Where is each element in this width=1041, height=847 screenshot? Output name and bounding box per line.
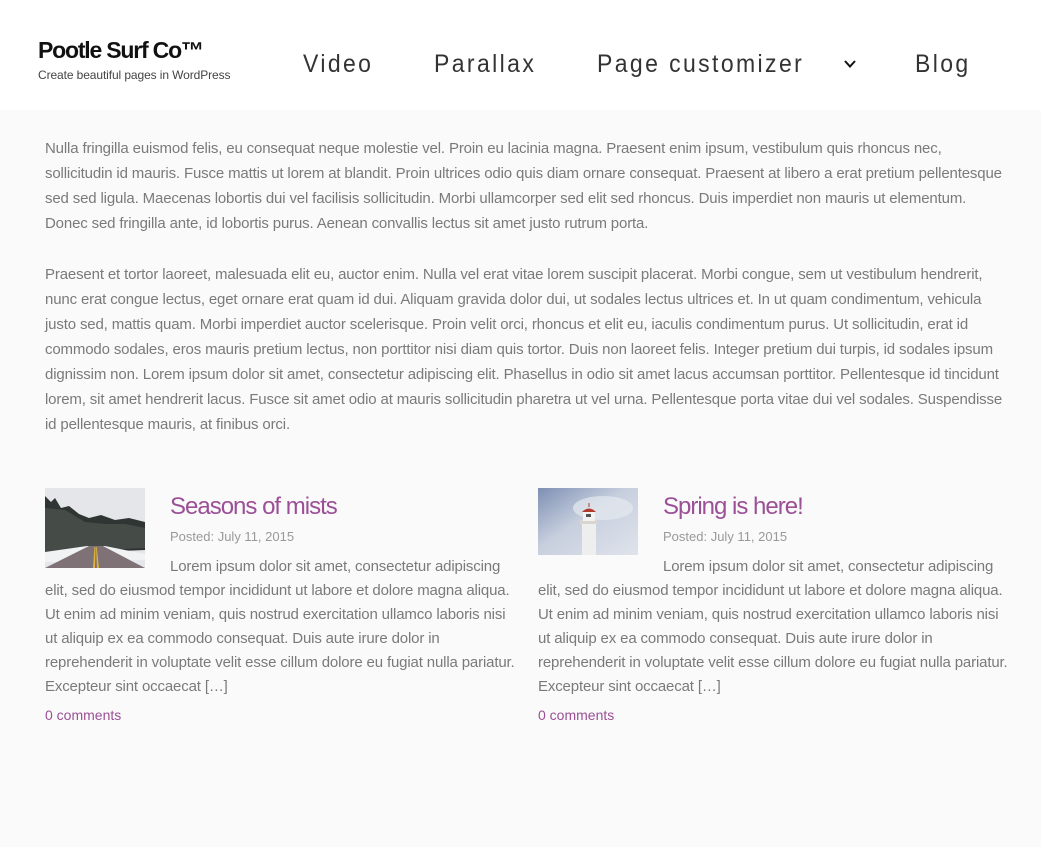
lighthouse-image[interactable] xyxy=(538,488,638,560)
site-title[interactable]: Pootle Surf Co™ xyxy=(38,36,204,64)
nav-item-parallax[interactable]: Parallax xyxy=(434,44,536,84)
post-card: Seasons of mists Posted: July 11, 2015 L… xyxy=(45,488,515,723)
post-excerpt: Lorem ipsum dolor sit amet, consectetur … xyxy=(538,558,1008,695)
post-comments-link[interactable]: 0 comments xyxy=(538,707,1008,723)
content-paragraph: Praesent et tortor laoreet, malesuada el… xyxy=(45,266,1003,433)
page-content: Nulla fringilla euismod felis, eu conseq… xyxy=(45,136,1010,463)
content-paragraph: Nulla fringilla euismod felis, eu conseq… xyxy=(45,140,1002,232)
post-excerpt: Lorem ipsum dolor sit amet, consectetur … xyxy=(45,558,515,695)
site-header: Pootle Surf Co™ Create beautiful pages i… xyxy=(0,0,1041,110)
nav-item-page-customizer[interactable]: Page customizer xyxy=(597,44,804,84)
snowy-road-image[interactable] xyxy=(45,488,145,573)
nav-item-video[interactable]: Video xyxy=(303,44,373,84)
post-comments-link[interactable]: 0 comments xyxy=(45,707,515,723)
chevron-down-icon[interactable] xyxy=(843,57,857,71)
post-card: Spring is here! Posted: July 11, 2015 Lo… xyxy=(538,488,1008,723)
nav-item-blog[interactable]: Blog xyxy=(915,44,971,84)
site-tagline: Create beautiful pages in WordPress xyxy=(38,68,231,82)
